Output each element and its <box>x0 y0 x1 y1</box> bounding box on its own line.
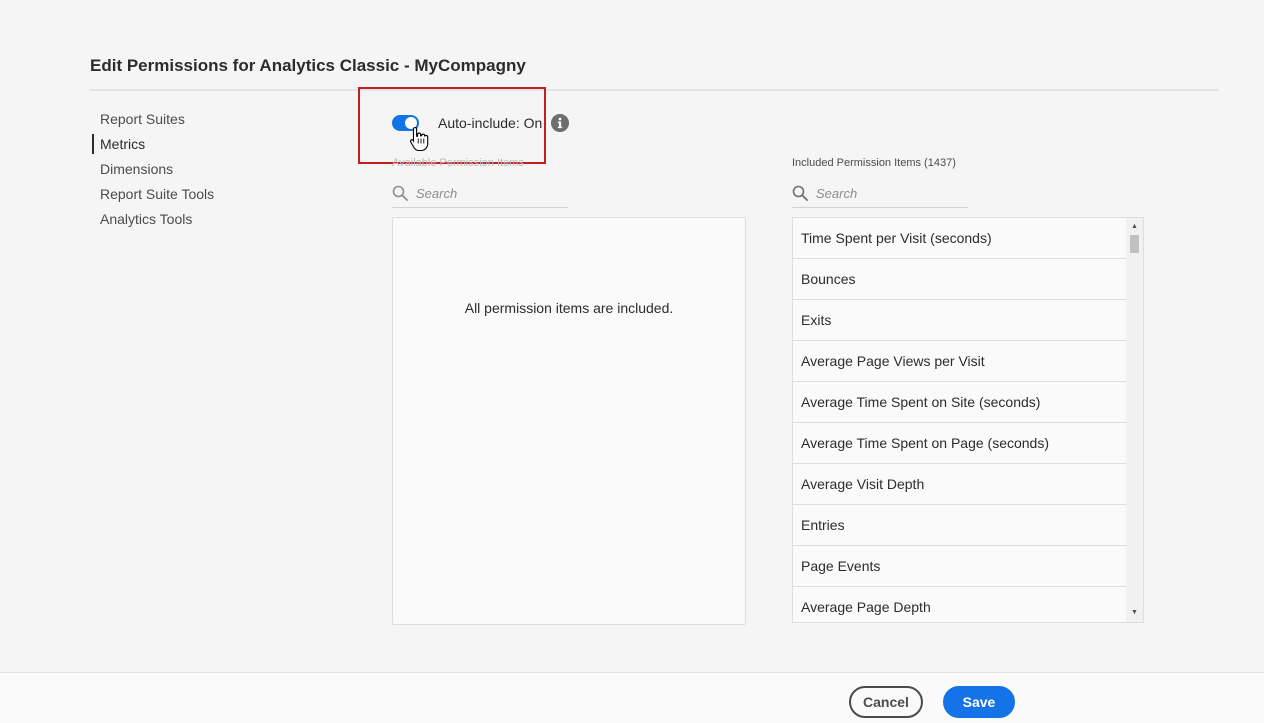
list-item[interactable]: Average Page Depth <box>793 587 1126 622</box>
title-divider <box>90 89 1219 91</box>
list-item[interactable]: Average Page Views per Visit <box>793 341 1126 382</box>
sidebar-item-report-suites[interactable]: Report Suites <box>90 108 330 133</box>
included-search-input[interactable] <box>816 182 964 204</box>
scroll-up-arrow-icon[interactable]: ▲ <box>1126 220 1143 234</box>
included-search <box>792 178 968 208</box>
scroll-down-arrow-icon[interactable]: ▼ <box>1126 606 1143 620</box>
sidebar-item-analytics-tools[interactable]: Analytics Tools <box>90 208 330 233</box>
included-items: Time Spent per Visit (seconds) Bounces E… <box>793 218 1126 622</box>
available-search-input[interactable] <box>416 182 564 204</box>
list-item[interactable]: Page Events <box>793 546 1126 587</box>
hand-cursor-icon <box>409 126 429 152</box>
vertical-scrollbar[interactable]: ▲ ▼ <box>1126 218 1143 622</box>
included-heading: Included Permission Items (1437) <box>792 157 956 169</box>
list-item[interactable]: Average Visit Depth <box>793 464 1126 505</box>
auto-include-label: Auto-include: On <box>438 115 543 131</box>
empty-message: All permission items are included. <box>464 300 674 316</box>
sidebar: Report Suites Metrics Dimensions Report … <box>90 108 330 233</box>
list-item[interactable]: Average Time Spent on Site (seconds) <box>793 382 1126 423</box>
included-list: Time Spent per Visit (seconds) Bounces E… <box>792 217 1144 623</box>
list-item[interactable]: Time Spent per Visit (seconds) <box>793 218 1126 259</box>
footer: Cancel Save <box>0 672 1264 723</box>
page-title: Edit Permissions for Analytics Classic -… <box>90 56 526 75</box>
search-icon <box>792 185 808 201</box>
cancel-button[interactable]: Cancel <box>849 686 923 718</box>
list-item[interactable]: Average Time Spent on Page (seconds) <box>793 423 1126 464</box>
sidebar-item-dimensions[interactable]: Dimensions <box>90 158 330 183</box>
list-item[interactable]: Entries <box>793 505 1126 546</box>
list-item[interactable]: Bounces <box>793 259 1126 300</box>
available-search <box>392 178 568 208</box>
save-button[interactable]: Save <box>943 686 1015 718</box>
list-item[interactable]: Exits <box>793 300 1126 341</box>
available-list: All permission items are included. <box>392 217 746 625</box>
info-icon[interactable] <box>551 114 569 132</box>
scroll-thumb[interactable] <box>1130 235 1139 253</box>
sidebar-item-report-suite-tools[interactable]: Report Suite Tools <box>90 183 330 208</box>
search-icon <box>392 185 408 201</box>
sidebar-item-metrics[interactable]: Metrics <box>90 133 330 158</box>
available-heading: Available Permission Items <box>392 157 524 169</box>
